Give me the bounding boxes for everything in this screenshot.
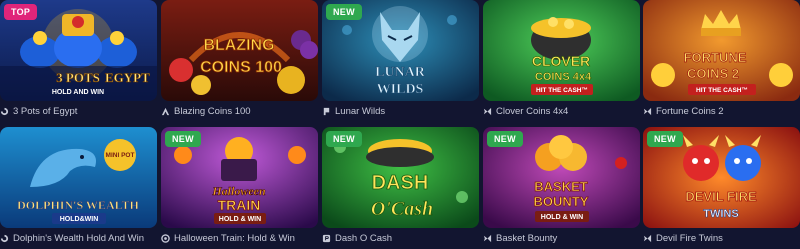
art-title-2: TRAIN [218,197,261,213]
art-title-1: DASH [372,172,429,194]
game-title: Halloween Train: Hold & Win [174,232,295,244]
circle-provider-icon [161,233,170,243]
art-subtitle: HOLD & WIN [219,216,261,223]
flag-provider-icon [322,107,331,116]
swirl-provider-icon [0,107,9,116]
game-card-lunar-wilds[interactable]: LUNAR WILDS NEW Lunar Wilds [322,0,479,120]
art-subtitle: HIT THE CASH™ [696,87,748,94]
game-caption[interactable]: Clover Coins 4x4 [483,104,640,118]
game-card-devil-fire-twins[interactable]: DEVIL FIRE TWINS NEW Devil Fire Twins [643,127,800,247]
game-title: 3 Pots of Egypt [13,105,78,117]
art-title-2: EGYPT [105,70,150,85]
game-caption[interactable]: Basket Bounty [483,231,640,245]
new-badge: NEW [647,131,683,147]
art-title-2: TWINS [703,208,738,220]
game-card-halloween-train[interactable]: Halloween TRAIN HOLD & WIN NEW Halloween… [161,127,318,247]
p-provider-icon [322,234,331,243]
game-caption[interactable]: Lunar Wilds [322,104,479,118]
art-title-1: LUNAR [375,65,426,80]
art-title-1: Halloween [211,184,266,198]
game-thumbnail[interactable]: CLOVER COINS 4x4 HIT THE CASH™ [483,0,640,101]
art-title-2: BOUNTY [534,194,589,209]
game-card-clover-coins-4x4[interactable]: CLOVER COINS 4x4 HIT THE CASH™ Clover Co… [483,0,640,120]
art-title-1: DEVIL FIRE [685,189,757,204]
game-caption[interactable]: 3 Pots of Egypt [0,104,157,118]
art-title-2: O'Cash [371,198,433,220]
game-card-dolphins-wealth[interactable]: MINI POT DOLPHIN'S WEALTH HOLD&WIN Dolph… [0,127,157,247]
a-provider-icon [161,107,170,116]
game-title: Dolphin's Wealth Hold And Win [13,232,145,244]
game-caption[interactable]: Halloween Train: Hold & Win [161,231,318,245]
game-card-blazing-coins-100[interactable]: BLAZING COINS 100 Blazing Coins 100 [161,0,318,120]
art-subtitle: HIT THE CASH™ [536,87,588,94]
game-caption[interactable]: Dash O Cash [322,231,479,245]
game-card-3-pots-of-egypt[interactable]: 3 POTS EGYPT HOLD AND WIN TOP 3 Pots of … [0,0,157,120]
art-subtitle: HOLD&WIN [60,216,99,223]
swirl-provider-icon [0,234,9,243]
art-title-1: FORTUNE [684,50,747,65]
game-title: Dash O Cash [335,232,393,244]
new-badge: NEW [326,131,362,147]
art-extra: MINI POT [106,152,135,159]
art-title-2: WILDS [377,82,424,97]
game-title: Clover Coins 4x4 [496,105,569,117]
wing-provider-icon [643,107,652,116]
game-caption[interactable]: Dolphin's Wealth Hold And Win [0,231,157,245]
game-card-basket-bounty[interactable]: BASKET BOUNTY HOLD & WIN NEW Basket Boun… [483,127,640,247]
game-title: Fortune Coins 2 [656,105,724,117]
art-subtitle: HOLD AND WIN [52,89,104,96]
new-badge: NEW [326,4,362,20]
top-badge: TOP [4,4,38,20]
art-title-2: COINS 100 [200,59,282,76]
new-badge: NEW [487,131,523,147]
game-card-dash-o-cash[interactable]: DASH O'Cash NEW Dash O Cash [322,127,479,247]
art-title-2: COINS 4x4 [535,71,592,83]
game-thumbnail[interactable]: MINI POT DOLPHIN'S WEALTH HOLD&WIN [0,127,157,228]
game-caption[interactable]: Devil Fire Twins [643,231,800,245]
art-title-1: BLAZING [203,37,274,54]
game-title: Blazing Coins 100 [174,105,251,117]
game-thumbnail[interactable]: FORTUNE COINS 2 HIT THE CASH™ [643,0,800,101]
art-title-1: CLOVER [532,53,590,69]
game-caption[interactable]: Blazing Coins 100 [161,104,318,118]
art-subtitle: HOLD & WIN [541,214,583,221]
new-badge: NEW [165,131,201,147]
art-title-1: 3 POTS [56,70,100,85]
wing-provider-icon [483,234,492,243]
game-thumbnail[interactable]: BLAZING COINS 100 [161,0,318,101]
game-title: Lunar Wilds [335,105,386,117]
art-title-1: BASKET [534,179,588,194]
games-grid: 3 POTS EGYPT HOLD AND WIN TOP 3 Pots of … [0,0,800,249]
wing-provider-icon [643,234,652,243]
game-title: Devil Fire Twins [656,232,723,244]
game-title: Basket Bounty [496,232,558,244]
wing-provider-icon [483,107,492,116]
art-title-1: DOLPHIN'S WEALTH [17,198,139,212]
game-caption[interactable]: Fortune Coins 2 [643,104,800,118]
art-title-2: COINS 2 [687,66,739,81]
game-card-fortune-coins-2[interactable]: FORTUNE COINS 2 HIT THE CASH™ Fortune Co… [643,0,800,120]
